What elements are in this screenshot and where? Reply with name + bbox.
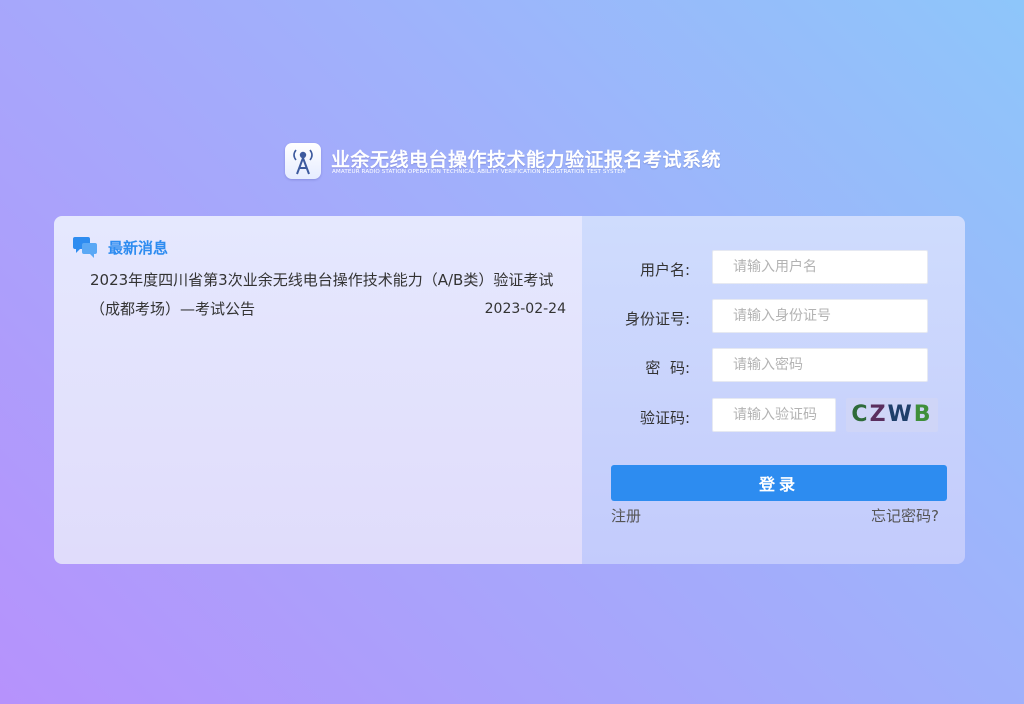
captcha-char: Z bbox=[869, 402, 888, 427]
captcha-image[interactable]: CZWB bbox=[846, 398, 938, 432]
password-input[interactable] bbox=[712, 348, 928, 382]
news-panel: 最新消息 2023年度四川省第3次业余无线电台操作技术能力（A/B类）验证考试（… bbox=[54, 216, 582, 564]
page-title: 业余无线电台操作技术能力验证报名考试系统 bbox=[331, 149, 722, 171]
news-item-date: 2023-02-24 bbox=[484, 301, 566, 317]
register-link[interactable]: 注册 bbox=[611, 505, 641, 526]
news-title: 最新消息 bbox=[108, 239, 169, 257]
username-label: 用户名: bbox=[639, 261, 690, 279]
captcha-label: 验证码: bbox=[639, 409, 690, 427]
main-card: 最新消息 2023年度四川省第3次业余无线电台操作技术能力（A/B类）验证考试（… bbox=[54, 216, 965, 564]
idcard-label: 身份证号: bbox=[624, 310, 690, 328]
idcard-row: 身份证号: bbox=[582, 299, 965, 335]
site-header: 业余无线电台操作技术能力验证报名考试系统 AMATEUR RADIO STATI… bbox=[285, 142, 745, 182]
captcha-input[interactable] bbox=[712, 398, 836, 432]
page-subtitle: AMATEUR RADIO STATION OPERATION TECHNICA… bbox=[332, 169, 626, 175]
chat-bubbles-icon bbox=[71, 236, 99, 264]
login-panel: 用户名: 身份证号: 密 码: 验证码: CZWB 登录 注册 忘记密码? bbox=[582, 216, 965, 564]
forgot-password-link[interactable]: 忘记密码? bbox=[871, 505, 939, 526]
news-item[interactable]: 2023年度四川省第3次业余无线电台操作技术能力（A/B类）验证考试（成都考场）… bbox=[90, 266, 566, 324]
captcha-char: W bbox=[887, 402, 914, 427]
idcard-input[interactable] bbox=[712, 299, 928, 333]
radio-tower-icon bbox=[285, 143, 321, 179]
password-label: 密 码: bbox=[645, 359, 690, 377]
username-row: 用户名: bbox=[582, 250, 965, 286]
captcha-char: B bbox=[913, 402, 933, 427]
password-row: 密 码: bbox=[582, 348, 965, 384]
captcha-char: C bbox=[851, 402, 870, 427]
login-button[interactable]: 登录 bbox=[611, 465, 947, 501]
username-input[interactable] bbox=[712, 250, 928, 284]
captcha-row: 验证码: CZWB bbox=[582, 398, 965, 434]
